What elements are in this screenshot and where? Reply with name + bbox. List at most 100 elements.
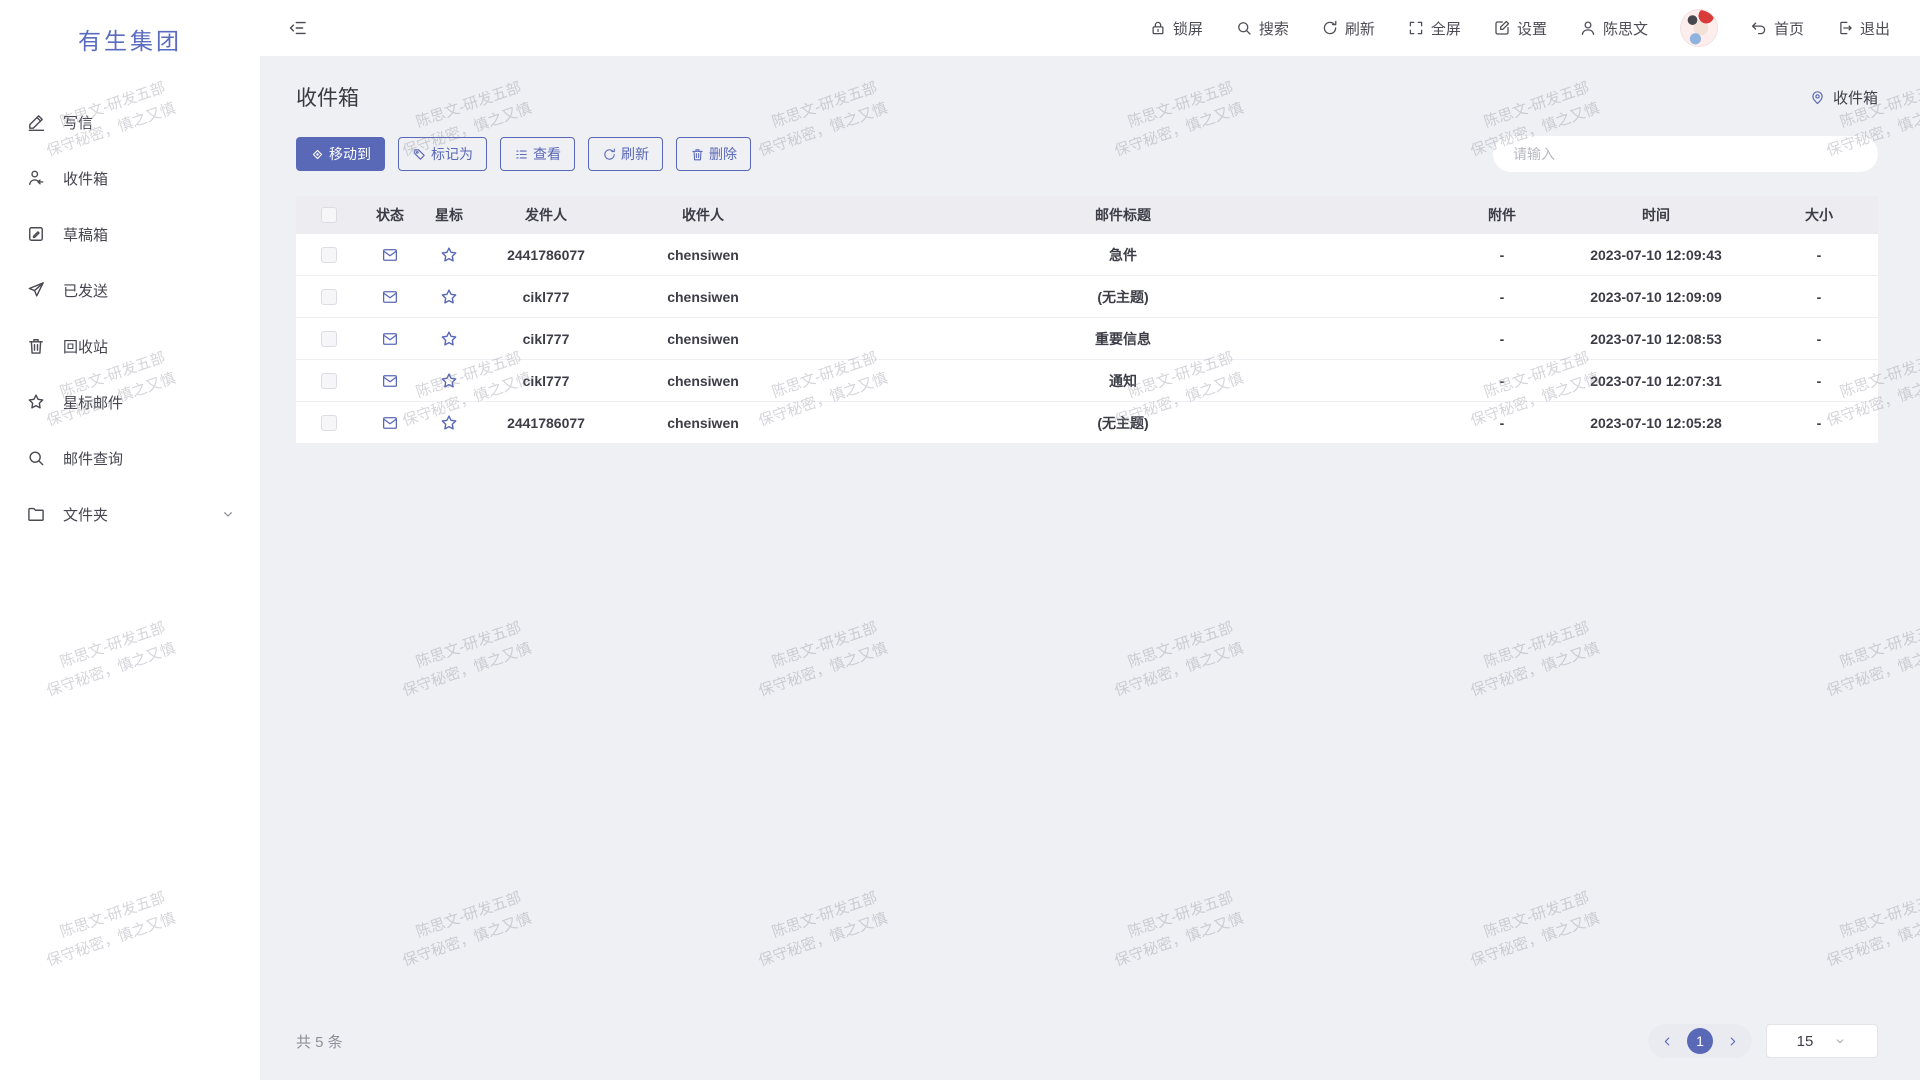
page-size-value: 15 [1797,1033,1814,1050]
toolbar-button-刷新[interactable]: 刷新 [588,137,663,171]
table-footer: 共 5 条 1 15 [296,1006,1878,1080]
sidebar-item-label: 回收站 [63,336,108,357]
row-checkbox[interactable] [321,415,337,431]
row-checkbox[interactable] [321,373,337,389]
breadcrumb[interactable]: 收件箱 [1809,87,1878,108]
row-check-cell [296,289,362,305]
cell-subject: 重要信息 [794,329,1452,349]
next-page-button[interactable] [1725,1034,1740,1049]
sidebar-item-回收站[interactable]: 回收站 [0,318,260,374]
cell-size: - [1760,415,1878,431]
row-star-cell [418,329,480,349]
topbar-action-label: 全屏 [1431,18,1461,39]
toolbar-button-移动到[interactable]: 移动到 [296,137,385,171]
star-icon[interactable] [439,245,459,265]
topbar-action-label: 锁屏 [1173,18,1203,39]
user-avatar[interactable] [1680,9,1718,47]
cell-subject: 急件 [794,245,1452,265]
toolbar-button-label: 刷新 [621,144,649,164]
sidebar-item-label: 草稿箱 [63,224,108,245]
sidebar-item-写信[interactable]: 写信 [0,94,260,150]
sidebar-item-收件箱[interactable]: 收件箱 [0,150,260,206]
cell-time: 2023-07-10 12:07:31 [1552,373,1760,389]
topbar-action-label: 设置 [1517,18,1547,39]
row-status-cell [362,330,418,348]
cell-attachment: - [1452,289,1552,305]
table-row[interactable]: 2441786077chensiwen急件-2023-07-10 12:09:4… [296,234,1878,276]
row-check-cell [296,247,362,263]
select-all-checkbox[interactable] [321,207,337,223]
sidebar: 有生集团 写信收件箱草稿箱已发送回收站星标邮件邮件查询文件夹 [0,0,260,1080]
toolbar-row: 移动到标记为 查看 刷新 删除 [296,136,1878,172]
topbar-action-设置[interactable]: 设置 [1493,18,1547,39]
topbar-action-退出[interactable]: 退出 [1836,18,1890,39]
sidebar-item-邮件查询[interactable]: 邮件查询 [0,430,260,486]
logout-icon [1836,19,1854,37]
table-row[interactable]: cikl777chensiwen(无主题)-2023-07-10 12:09:0… [296,276,1878,318]
cell-subject: 通知 [794,371,1452,391]
row-star-cell [418,245,480,265]
sidebar-item-草稿箱[interactable]: 草稿箱 [0,206,260,262]
current-page-button[interactable]: 1 [1687,1028,1713,1054]
envelope-icon [381,246,399,264]
toolbar-button-标记为[interactable]: 标记为 [398,137,487,171]
toolbar: 移动到标记为 查看 刷新 删除 [296,137,751,171]
app-root: 有生集团 写信收件箱草稿箱已发送回收站星标邮件邮件查询文件夹 锁屏搜索刷新全屏设… [0,0,1920,1080]
search-input[interactable] [1493,136,1878,172]
envelope-icon [381,288,399,306]
toolbar-button-label: 查看 [533,144,561,164]
column-header-大小: 大小 [1760,205,1878,225]
topbar-action-首页[interactable]: 首页 [1750,18,1804,39]
sidebar-item-文件夹[interactable]: 文件夹 [0,486,260,542]
trash-icon [26,336,46,356]
row-checkbox[interactable] [321,247,337,263]
topbar-action-搜索[interactable]: 搜索 [1235,18,1289,39]
topbar-action-刷新[interactable]: 刷新 [1321,18,1375,39]
topbar-action-陈思文[interactable]: 陈思文 [1579,18,1648,39]
main-column: 锁屏搜索刷新全屏设置陈思文首页退出 收件箱 收件箱 移动到标记为查看刷新删除 状… [260,0,1920,1080]
cell-attachment: - [1452,247,1552,263]
send-icon [26,280,46,300]
lock-icon [1149,19,1167,37]
pin-icon [1809,89,1826,106]
row-star-cell [418,287,480,307]
star-icon[interactable] [439,287,459,307]
toolbar-button-查看[interactable]: 查看 [500,137,575,171]
sidebar-item-星标邮件[interactable]: 星标邮件 [0,374,260,430]
sidebar-item-已发送[interactable]: 已发送 [0,262,260,318]
column-header-时间: 时间 [1552,205,1760,225]
row-star-cell [418,413,480,433]
cell-time: 2023-07-10 12:08:53 [1552,331,1760,347]
cell-subject: (无主题) [794,413,1452,433]
row-checkbox[interactable] [321,289,337,305]
star-icon[interactable] [439,329,459,349]
folder-icon [26,504,46,524]
menu-fold-icon[interactable] [288,18,308,38]
cell-sender: cikl777 [480,373,612,389]
cell-size: - [1760,247,1878,263]
table-row[interactable]: cikl777chensiwen通知-2023-07-10 12:07:31- [296,360,1878,402]
star-icon[interactable] [439,371,459,391]
page-size-select[interactable]: 15 [1766,1024,1878,1058]
chevron-down-icon [1833,1034,1847,1048]
prev-page-button[interactable] [1660,1034,1675,1049]
topbar-actions: 锁屏 搜索 刷新 全屏 设置 陈思文 首页 退出 [1149,9,1890,47]
list-icon [514,147,529,162]
table-row[interactable]: cikl777chensiwen重要信息-2023-07-10 12:08:53… [296,318,1878,360]
topbar-action-全屏[interactable]: 全屏 [1407,18,1461,39]
cell-attachment: - [1452,373,1552,389]
row-checkbox[interactable] [321,331,337,347]
home-back-icon [1750,19,1768,37]
toolbar-button-删除[interactable]: 删除 [676,137,751,171]
star-icon[interactable] [439,413,459,433]
table-row[interactable]: 2441786077chensiwen(无主题)-2023-07-10 12:0… [296,402,1878,444]
total-count: 共 5 条 [296,1031,343,1052]
cell-recipient: chensiwen [612,247,794,263]
sidebar-item-label: 收件箱 [63,168,108,189]
topbar-action-锁屏[interactable]: 锁屏 [1149,18,1203,39]
cell-recipient: chensiwen [612,289,794,305]
column-header-收件人: 收件人 [612,205,794,225]
star-icon [26,392,46,412]
cell-sender: cikl777 [480,289,612,305]
row-status-cell [362,246,418,264]
